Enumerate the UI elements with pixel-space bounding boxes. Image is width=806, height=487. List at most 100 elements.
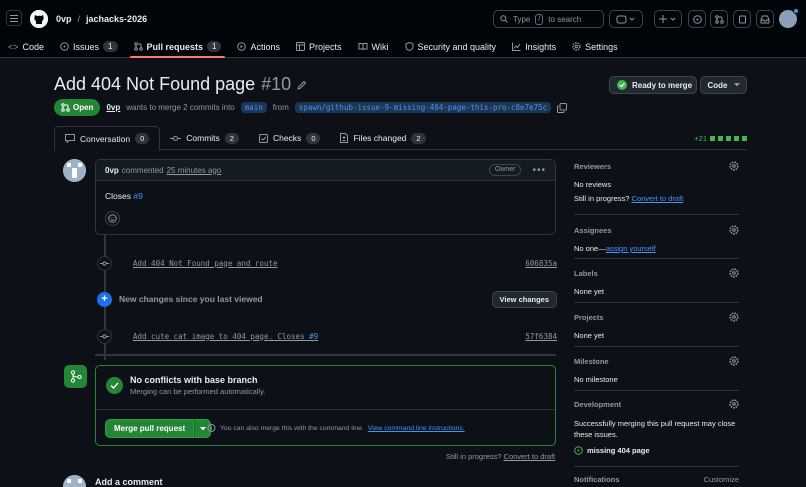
- commits-counter: 2: [224, 132, 239, 144]
- breadcrumb-separator: /: [77, 14, 81, 24]
- issues-button[interactable]: [688, 10, 706, 28]
- sidebar-divider: [574, 302, 739, 303]
- merge-status: No conflicts with base branch Merging ca…: [106, 375, 265, 396]
- nav-pull-requests[interactable]: Pull requests 1: [126, 36, 230, 58]
- create-new-button[interactable]: [654, 10, 682, 28]
- timeline-divider: [95, 354, 556, 356]
- convert-to-draft-link[interactable]: Convert to draft: [504, 452, 556, 461]
- diffstat-block: [734, 136, 739, 141]
- comment-timestamp[interactable]: 25 minutes ago: [167, 166, 222, 175]
- repositories-button[interactable]: [733, 10, 751, 28]
- linked-issue[interactable]: missing 404 page: [574, 446, 739, 455]
- gear-icon[interactable]: [729, 356, 739, 366]
- tab-conversation[interactable]: Conversation 0: [54, 126, 161, 151]
- hamburger-menu-button[interactable]: [6, 10, 22, 26]
- gear-icon[interactable]: [729, 268, 739, 278]
- sidebar-labels: Labels None yet: [574, 268, 739, 296]
- notifications-title: Notifications: [574, 475, 620, 484]
- merge-pull-request-button[interactable]: Merge pull request: [105, 419, 195, 438]
- sidebar-reviewers: Reviewers No reviews Still in progress? …: [574, 161, 739, 203]
- check-icon: [106, 377, 123, 394]
- pull-request-icon: [714, 14, 724, 24]
- comment-author-avatar[interactable]: [63, 159, 86, 182]
- reviewers-value: No reviews: [574, 180, 612, 189]
- tab-conversation-label: Conversation: [80, 133, 131, 144]
- linked-issue-title: missing 404 page: [587, 446, 650, 455]
- pr-author-link[interactable]: 0vp: [106, 103, 120, 112]
- nav-code[interactable]: <> Code: [0, 36, 52, 57]
- plus-icon: +: [97, 291, 112, 307]
- customize-notifications-link[interactable]: Customize: [704, 475, 739, 484]
- comment-author[interactable]: 0vp: [105, 166, 119, 175]
- file-diff-icon: [340, 133, 349, 143]
- assign-yourself-link[interactable]: assign yourself: [606, 244, 656, 253]
- head-branch-label[interactable]: spawn/github-issue-9-missing-404-page-th…: [294, 102, 552, 113]
- commit-message-link[interactable]: Add cute cat image to 404 page. Closes #…: [133, 332, 318, 341]
- comment-body: Closes #9: [96, 181, 555, 211]
- nav-issues-label: Issues: [73, 41, 100, 52]
- merge-button-group: Merge pull request: [105, 419, 212, 438]
- base-branch-label[interactable]: main: [240, 102, 267, 113]
- github-logo-icon[interactable]: [30, 10, 48, 28]
- convert-to-draft-link[interactable]: Convert to draft: [632, 194, 684, 203]
- gear-icon[interactable]: [729, 312, 739, 322]
- gear-icon[interactable]: [729, 225, 739, 235]
- code-dropdown-button[interactable]: Code: [700, 76, 747, 94]
- tab-checks[interactable]: Checks 0: [249, 126, 331, 150]
- nav-projects[interactable]: Projects: [288, 36, 350, 57]
- copy-icon[interactable]: [557, 102, 568, 113]
- from-text: from: [272, 103, 289, 112]
- status-badge: Open: [54, 99, 101, 116]
- milestone-value: No milestone: [574, 375, 618, 384]
- checks-counter: 0: [306, 132, 321, 144]
- user-avatar[interactable]: [779, 8, 799, 28]
- gear-icon[interactable]: [729, 161, 739, 171]
- tab-files-changed[interactable]: Files changed 2: [330, 126, 435, 150]
- gear-icon[interactable]: [729, 399, 739, 409]
- issue-link[interactable]: #9: [133, 191, 142, 201]
- tab-commits[interactable]: Commits 2: [160, 126, 249, 150]
- sidebar-divider: [574, 258, 739, 259]
- issue-link[interactable]: #9: [309, 332, 318, 341]
- pencil-icon[interactable]: [297, 80, 307, 90]
- owner-badge: Owner: [488, 164, 522, 176]
- tab-files-changed-label: Files changed: [353, 133, 407, 143]
- pull-requests-button[interactable]: [710, 10, 728, 28]
- nav-settings[interactable]: Settings: [564, 36, 626, 57]
- kebab-menu-icon[interactable]: •••: [532, 165, 546, 176]
- issue-open-icon: [574, 446, 583, 455]
- sidebar-notifications: Notifications Customize: [574, 475, 739, 484]
- nav-security[interactable]: Security and quality: [397, 36, 505, 57]
- nav-wiki[interactable]: Wiki: [350, 36, 397, 57]
- development-title: Development: [574, 399, 622, 409]
- merge-hint-text: You can also merge this with the command…: [220, 424, 364, 432]
- diffstat: +21: [694, 134, 747, 143]
- commit-message-text: Add cute cat image to 404 page. Closes: [133, 331, 305, 341]
- repo-name-link[interactable]: jachacks-2026: [86, 14, 147, 24]
- sidebar-divider: [574, 466, 739, 467]
- nav-actions[interactable]: Actions: [229, 36, 288, 57]
- view-changes-button[interactable]: View changes: [491, 291, 557, 308]
- search-input[interactable]: Type / to search: [493, 10, 604, 28]
- ready-to-merge-button[interactable]: Ready to merge: [609, 76, 697, 94]
- commit-sha-link[interactable]: 57f6384: [525, 332, 557, 341]
- search-icon: [500, 15, 508, 23]
- still-in-progress: Still in progress? Convert to draft: [446, 452, 555, 461]
- commit-message-link[interactable]: Add 404 Not Found page and route: [133, 259, 278, 268]
- sidebar-projects: Projects None yet: [574, 312, 739, 340]
- nav-issues[interactable]: Issues 1: [52, 36, 125, 57]
- development-value: Successfully merging this pull request m…: [574, 419, 736, 439]
- nav-pull-requests-label: Pull requests: [146, 41, 204, 52]
- repo-owner-link[interactable]: 0vp: [56, 14, 72, 24]
- inbox-button[interactable]: [756, 10, 774, 28]
- search-prefix: Type: [513, 14, 531, 24]
- add-reaction-button[interactable]: [105, 211, 120, 226]
- commit-sha-link[interactable]: 606835a: [525, 259, 557, 268]
- conversation-counter: 0: [135, 133, 150, 144]
- copilot-button[interactable]: [609, 10, 643, 28]
- nav-insights[interactable]: Insights: [504, 36, 564, 57]
- comment-body-text: Closes: [105, 191, 131, 201]
- command-line-instructions-link[interactable]: View command line instructions.: [368, 425, 465, 432]
- nav-code-label: Code: [22, 41, 45, 52]
- merge-icon: [64, 365, 87, 388]
